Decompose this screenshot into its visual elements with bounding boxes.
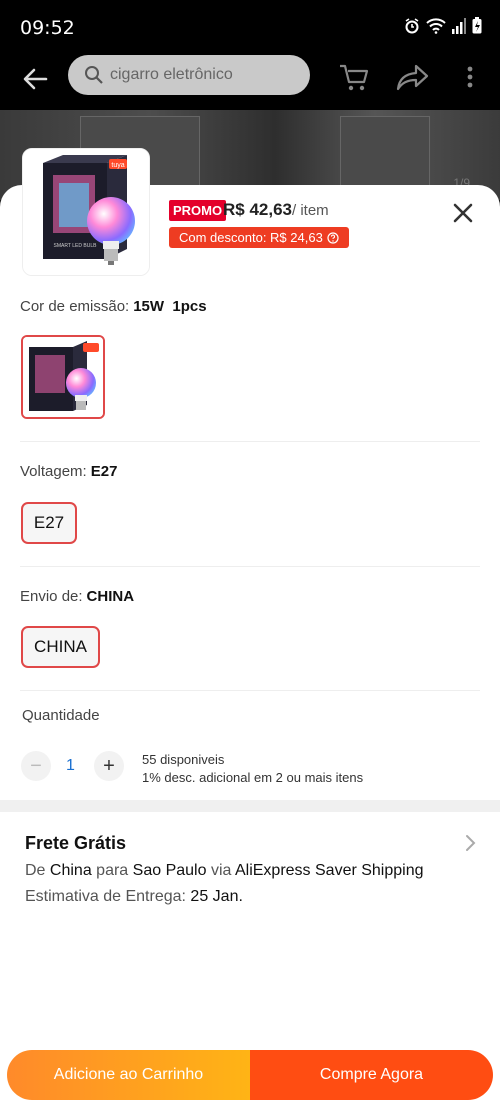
price-unit: / item xyxy=(292,202,329,219)
buy-now-button[interactable]: Compre Agora xyxy=(250,1050,493,1100)
shipping-route: De China para Sao Paulo via AliExpress S… xyxy=(25,862,424,880)
promo-badge: PROMO xyxy=(169,200,227,221)
status-bar: 09:52 xyxy=(0,0,500,52)
ship-from-label: Envio de: xyxy=(20,588,83,605)
route-prefix: De xyxy=(25,862,46,879)
quantity-decrease-button[interactable]: − xyxy=(21,751,51,781)
share-icon[interactable] xyxy=(396,62,430,92)
product-thumbnail: tuya SMART LED BULB xyxy=(22,148,150,276)
delivery-estimate: Estimativa de Entrega: 25 Jan. xyxy=(25,888,243,906)
backdrop-panel xyxy=(340,116,430,192)
shipping-title[interactable]: Frete Grátis xyxy=(25,833,126,854)
box-label-text: SMART LED BULB xyxy=(54,243,98,249)
signal-icon xyxy=(452,17,466,34)
quantity-value[interactable]: 1 xyxy=(66,757,75,775)
battery-icon xyxy=(472,17,482,34)
status-time: 09:52 xyxy=(20,17,75,39)
quantity-label: Quantidade xyxy=(22,707,100,724)
help-icon xyxy=(327,231,339,244)
search-input[interactable]: cigarro eletrônico xyxy=(68,55,310,95)
voltage-option-e27[interactable]: E27 xyxy=(21,502,77,544)
color-label: Cor de emissão: xyxy=(20,298,130,315)
quantity-increase-button[interactable]: + xyxy=(94,751,124,781)
search-icon xyxy=(85,66,103,84)
box-brand-text: tuya xyxy=(111,162,124,169)
voltage-section-label: Voltagem: E27 xyxy=(20,463,117,480)
top-toolbar: cigarro eletrônico xyxy=(0,52,500,110)
route-to: Sao Paulo xyxy=(132,862,207,879)
more-options-icon[interactable] xyxy=(462,62,478,92)
section-separator xyxy=(0,800,500,812)
divider xyxy=(20,566,480,567)
chevron-right-icon[interactable] xyxy=(464,834,476,852)
eta-label: Estimativa de Entrega: xyxy=(25,888,186,905)
back-arrow-icon[interactable] xyxy=(20,64,50,94)
color-option-15w-1pcs[interactable] xyxy=(21,335,105,419)
discount-price-label: Com desconto: R$ 24,63 xyxy=(179,230,323,245)
alarm-icon xyxy=(405,17,419,33)
wifi-icon xyxy=(426,17,446,34)
voltage-value: E27 xyxy=(90,463,118,480)
route-via: via xyxy=(210,862,232,879)
cart-icon[interactable] xyxy=(338,62,370,92)
discount-price-badge[interactable]: Com desconto: R$ 24,63 xyxy=(169,227,349,248)
search-text: cigarro eletrônico xyxy=(110,66,233,83)
ship-from-value: CHINA xyxy=(86,588,135,605)
route-from: China xyxy=(49,862,92,879)
color-value: 15W 1pcs xyxy=(133,298,207,315)
route-mid: para xyxy=(96,862,129,879)
close-icon[interactable] xyxy=(450,200,476,226)
voltage-label: Voltagem: xyxy=(20,463,87,480)
eta-date: 25 Jan. xyxy=(190,888,243,905)
bulk-discount-note: 1% desc. adicional em 2 ou mais itens xyxy=(142,770,364,785)
divider xyxy=(20,690,480,691)
product-price: R$ 42,63 xyxy=(223,200,292,219)
stock-available: 55 disponiveis xyxy=(142,752,225,767)
shipping-method: AliExpress Saver Shipping xyxy=(234,862,424,879)
color-section-label: Cor de emissão: 15W 1pcs xyxy=(20,298,207,315)
status-icons xyxy=(404,17,482,34)
ship-from-section-label: Envio de: CHINA xyxy=(20,588,134,605)
divider xyxy=(20,441,480,442)
add-to-cart-button[interactable]: Adicione ao Carrinho xyxy=(7,1050,250,1100)
ship-from-option-china[interactable]: CHINA xyxy=(21,626,100,668)
